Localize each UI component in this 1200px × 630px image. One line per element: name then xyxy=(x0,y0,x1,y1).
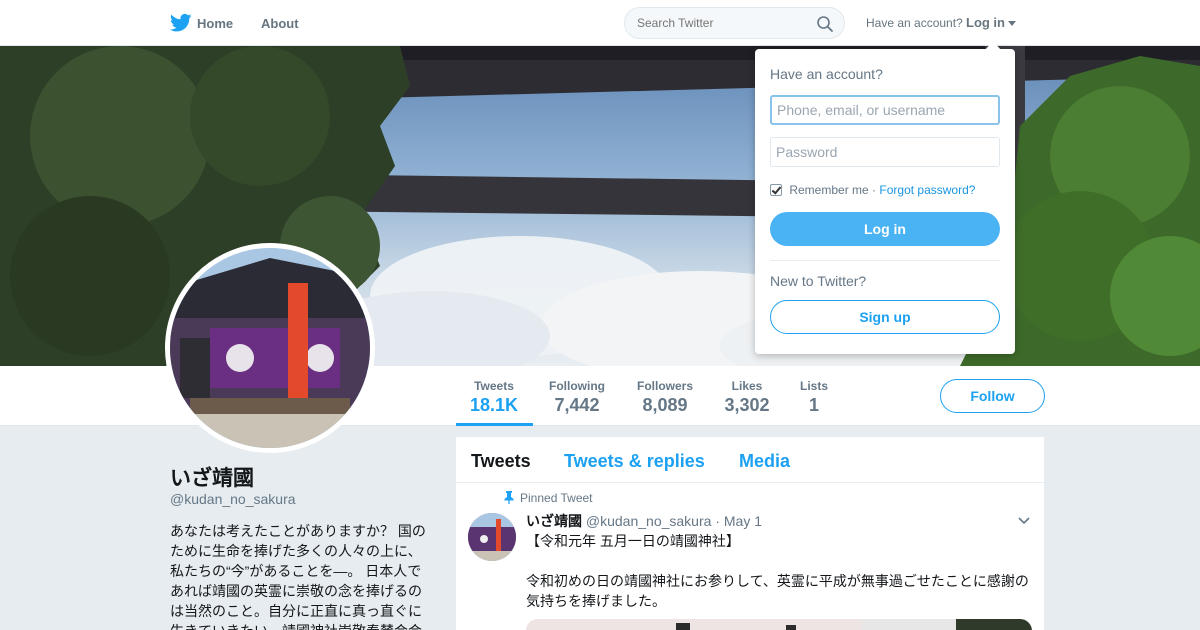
password-field[interactable] xyxy=(770,137,1000,167)
stat-label: Tweets xyxy=(474,379,514,393)
tweet-text-title: 【令和元年 五月一日の靖國神社】 xyxy=(526,533,740,549)
nav-about-link[interactable]: About xyxy=(261,16,299,31)
tab-media[interactable]: Media xyxy=(739,451,790,472)
search-box[interactable] xyxy=(624,7,845,39)
remember-me-checkbox[interactable] xyxy=(770,184,782,196)
login-menu-link[interactable]: Log in xyxy=(966,15,1005,30)
stat-value: 18.1K xyxy=(470,395,519,415)
pinned-tweet-text: Pinned Tweet xyxy=(520,491,593,505)
separator-dot: · xyxy=(715,513,720,529)
stat-lists[interactable]: Lists 1 xyxy=(796,379,832,416)
pin-icon xyxy=(504,491,514,504)
follow-button[interactable]: Follow xyxy=(940,379,1045,413)
active-tab-indicator xyxy=(456,423,533,426)
pinned-tweet-label: Pinned Tweet xyxy=(504,491,593,505)
profile-avatar[interactable] xyxy=(165,243,375,453)
tweet-avatar[interactable] xyxy=(468,513,516,561)
separator-dot: · xyxy=(872,183,877,197)
timeline: Tweets Tweets & replies Media Pinned Twe… xyxy=(456,437,1044,630)
tab-tweets-replies[interactable]: Tweets & replies xyxy=(564,451,705,472)
stat-label: Followers xyxy=(636,379,693,393)
login-button[interactable]: Log in xyxy=(770,212,1000,246)
tweet-date[interactable]: May 1 xyxy=(724,513,762,529)
tab-tweets[interactable]: Tweets xyxy=(471,451,531,472)
stat-following[interactable]: Following 7,442 xyxy=(546,379,608,416)
stat-value: 3,302 xyxy=(724,395,770,415)
search-input[interactable] xyxy=(637,16,807,30)
remember-me-label[interactable]: Remember me xyxy=(789,183,868,197)
remember-row: Remember me · Forgot password? xyxy=(770,183,975,197)
stat-likes[interactable]: Likes 3,302 xyxy=(722,379,772,416)
stat-label: Lists xyxy=(799,379,828,393)
tweet-author-handle[interactable]: @kudan_no_sakura xyxy=(586,513,712,529)
login-dropdown: Have an account? Remember me · Forgot pa… xyxy=(755,49,1015,354)
search-icon[interactable] xyxy=(816,15,834,33)
timeline-tabs: Tweets Tweets & replies Media xyxy=(456,437,1044,483)
dropdown-arrow xyxy=(985,41,1001,50)
chevron-down-icon[interactable] xyxy=(1018,517,1030,525)
stat-value: 8,089 xyxy=(642,395,688,415)
dropdown-title: Have an account? xyxy=(770,66,883,82)
twitter-bird-icon[interactable] xyxy=(170,13,192,33)
have-account-text: Have an account? xyxy=(866,16,963,30)
caret-down-icon[interactable] xyxy=(1008,21,1016,26)
tweet-text-body: 令和初めの日の靖國神社にお参りして、英霊に平成が無事過ごせたことに感謝の気持ちを… xyxy=(526,573,1029,609)
stat-value: 1 xyxy=(808,395,819,415)
profile-bio: あなたは考えたことがありますか？ 国のために生命を捧げた多くの人々の上に、私たち… xyxy=(170,523,426,630)
stat-value: 7,442 xyxy=(554,395,600,415)
stat-followers[interactable]: Followers 8,089 xyxy=(634,379,696,416)
tweet-author-name[interactable]: いざ靖國 xyxy=(526,513,582,529)
stat-label: Following xyxy=(549,379,605,393)
username-field[interactable] xyxy=(770,95,1000,125)
nav-home-link[interactable]: Home xyxy=(197,16,233,31)
forgot-password-link[interactable]: Forgot password? xyxy=(879,183,975,197)
tweet-header: いざ靖國 @kudan_no_sakura · May 1 xyxy=(526,511,762,531)
signup-button[interactable]: Sign up xyxy=(770,300,1000,334)
stat-tweets[interactable]: Tweets 18.1K xyxy=(470,379,518,416)
top-navigation-bar: Home About Have an account? Log in xyxy=(0,0,1200,46)
new-to-twitter-text: New to Twitter? xyxy=(770,273,867,289)
tweet-media-image[interactable] xyxy=(526,619,1032,630)
dropdown-divider xyxy=(770,260,1000,261)
stat-label: Likes xyxy=(731,379,763,393)
profile-handle[interactable]: @kudan_no_sakura xyxy=(170,491,296,507)
profile-name: いざ靖國 xyxy=(170,467,254,490)
